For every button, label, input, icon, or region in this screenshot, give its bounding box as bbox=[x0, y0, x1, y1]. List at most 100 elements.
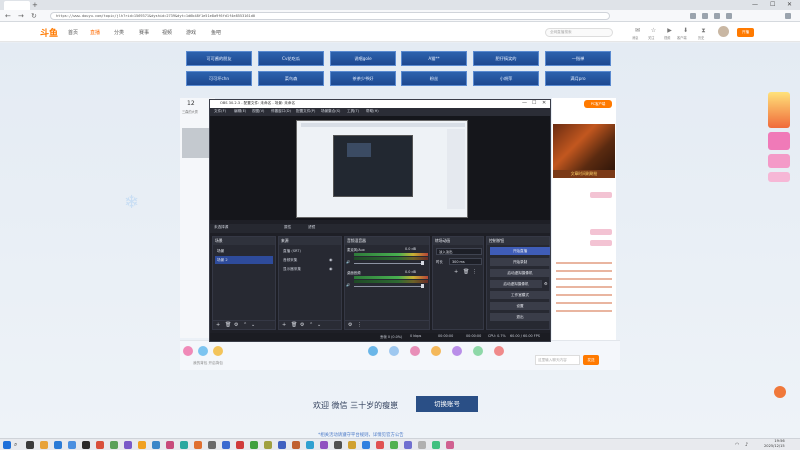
send-button[interactable]: 发送 bbox=[583, 355, 599, 365]
preview-canvas[interactable] bbox=[296, 120, 468, 218]
streamer-tile[interactable]: 菜鸟森 bbox=[258, 71, 324, 86]
app-icon[interactable] bbox=[68, 441, 76, 449]
download-icon[interactable]: ⬇ bbox=[682, 27, 689, 34]
app-icon[interactable] bbox=[376, 441, 384, 449]
app-icon[interactable] bbox=[292, 441, 300, 449]
forward-icon[interactable]: → bbox=[18, 11, 24, 21]
move-up-button[interactable]: ⌃ bbox=[243, 322, 247, 329]
extension-icon[interactable] bbox=[690, 13, 696, 19]
speaker-icon[interactable]: 🔊 bbox=[346, 260, 350, 264]
edge-icon[interactable] bbox=[54, 441, 62, 449]
source-item[interactable]: 直播 (SRT) bbox=[281, 247, 339, 255]
remove-scene-button[interactable]: 🗑 bbox=[225, 322, 231, 329]
source-config-button[interactable]: ⚙ bbox=[300, 322, 304, 329]
gift-icon[interactable] bbox=[410, 346, 420, 356]
app-icon[interactable] bbox=[180, 441, 188, 449]
back-icon[interactable]: ← bbox=[5, 11, 11, 21]
volume-fader[interactable] bbox=[354, 263, 424, 264]
filters-button[interactable]: 滤镜 bbox=[308, 225, 315, 230]
streamer-tile[interactable]: A猫** bbox=[401, 51, 467, 66]
extension-icon[interactable] bbox=[702, 13, 708, 19]
obs-maximize-button[interactable]: ☐ bbox=[532, 100, 536, 106]
add-transition-button[interactable]: + bbox=[454, 269, 458, 276]
app-icon[interactable] bbox=[418, 441, 426, 449]
menu-scene-collection[interactable]: 场景集合(S) bbox=[321, 109, 340, 114]
gift-icon[interactable] bbox=[452, 346, 462, 356]
nav-home[interactable]: 首页 bbox=[68, 29, 78, 36]
app-icon[interactable] bbox=[250, 441, 258, 449]
streamer-tile[interactable]: 肥仔搞笑的 bbox=[473, 51, 539, 66]
streamer-tile[interactable]: 粉丝 bbox=[401, 71, 467, 86]
eye-icon[interactable]: ◉ bbox=[329, 257, 333, 262]
app-icon[interactable] bbox=[208, 441, 216, 449]
app-icon[interactable] bbox=[348, 441, 356, 449]
nav-live[interactable]: 直播 bbox=[90, 29, 100, 36]
speaker-icon[interactable]: 🔊 bbox=[346, 283, 350, 287]
app-icon[interactable] bbox=[432, 441, 440, 449]
gift-icon[interactable] bbox=[389, 346, 399, 356]
move-down-button[interactable]: ⌄ bbox=[317, 322, 321, 329]
nav-category[interactable]: 分类 bbox=[114, 29, 124, 36]
app-icon[interactable] bbox=[96, 441, 104, 449]
scene-item-selected[interactable]: 场景 2 bbox=[215, 256, 273, 264]
favorites-icon[interactable] bbox=[714, 13, 720, 19]
app-icon[interactable] bbox=[264, 441, 272, 449]
move-down-button[interactable]: ⌄ bbox=[251, 322, 255, 329]
game-banner-image[interactable] bbox=[553, 124, 615, 170]
taskbar-clock[interactable]: 19:56 2025/12/15 bbox=[764, 439, 785, 449]
add-scene-button[interactable]: + bbox=[216, 322, 220, 329]
streamer-tile[interactable]: 可可坏chn bbox=[186, 71, 252, 86]
start-virtual-camera-button[interactable]: 启动虚拟摄像机 bbox=[490, 269, 550, 277]
start-live-button[interactable]: 开播 bbox=[737, 28, 754, 37]
app-icon[interactable] bbox=[404, 441, 412, 449]
app-icon[interactable] bbox=[362, 441, 370, 449]
app-icon[interactable] bbox=[446, 441, 454, 449]
follow-icon[interactable]: ☆ bbox=[650, 27, 657, 34]
mixer-settings-icon[interactable]: ⚙ bbox=[348, 322, 352, 329]
app-icon[interactable] bbox=[222, 441, 230, 449]
site-search-input[interactable]: 全网直播搜索 bbox=[545, 28, 613, 37]
url-field[interactable]: https://www.douyu.com/topic/jlh?rid=1569… bbox=[50, 12, 610, 20]
user-avatar[interactable] bbox=[718, 26, 729, 37]
menu-docks[interactable]: 停靠窗口(D) bbox=[271, 109, 291, 114]
volume-icon[interactable]: ♪ bbox=[745, 442, 748, 448]
app-icon[interactable] bbox=[334, 441, 342, 449]
streamer-tile[interactable]: 一指禅 bbox=[545, 51, 611, 66]
nav-games[interactable]: 游戏 bbox=[186, 29, 196, 36]
menu-profile[interactable]: 配置文件(P) bbox=[296, 109, 315, 114]
nav-events[interactable]: 赛事 bbox=[139, 29, 149, 36]
menu-help[interactable]: 帮助(H) bbox=[366, 109, 379, 114]
volume-fader-knob[interactable] bbox=[421, 261, 424, 265]
properties-button[interactable]: 属性 bbox=[284, 225, 291, 230]
remove-transition-button[interactable]: 🗑 bbox=[463, 269, 469, 276]
explorer-icon[interactable] bbox=[40, 441, 48, 449]
streamer-tile[interactable]: 小胡萍 bbox=[473, 71, 539, 86]
volume-fader-knob[interactable] bbox=[421, 284, 424, 288]
menu-file[interactable]: 文件(F) bbox=[214, 109, 226, 114]
obs-minimize-button[interactable]: — bbox=[522, 100, 527, 106]
exit-button[interactable]: 退出 bbox=[490, 313, 550, 321]
add-source-button[interactable]: + bbox=[282, 322, 286, 329]
scene-item[interactable]: 场景 bbox=[215, 247, 273, 255]
gift-icon[interactable] bbox=[494, 346, 504, 356]
gift-icon[interactable] bbox=[183, 346, 193, 356]
streamer-tile[interactable]: 满月pro bbox=[545, 71, 611, 86]
menu-tools[interactable]: 工具(T) bbox=[347, 109, 359, 114]
gift-icon[interactable] bbox=[213, 346, 223, 356]
gear-icon[interactable]: ⚙ bbox=[544, 281, 548, 286]
app-icon[interactable] bbox=[236, 441, 244, 449]
new-tab-button[interactable]: + bbox=[32, 1, 38, 9]
app-icon[interactable] bbox=[194, 441, 202, 449]
streamer-tile[interactable]: Cv花吃瓜 bbox=[258, 51, 324, 66]
video-icon[interactable]: ▶ bbox=[666, 27, 673, 34]
streamer-tile[interactable]: 说唱gole bbox=[330, 51, 396, 66]
eye-icon[interactable]: ◉ bbox=[329, 266, 333, 271]
float-widget[interactable] bbox=[774, 386, 786, 398]
app-icon[interactable] bbox=[124, 441, 132, 449]
streamer-thumbnail[interactable] bbox=[182, 128, 210, 158]
start-virtual-camera-button[interactable]: 启动虚拟摄像机 bbox=[490, 280, 542, 288]
promo-widget[interactable] bbox=[768, 172, 790, 182]
obs-icon[interactable] bbox=[82, 441, 90, 449]
menu-edit[interactable]: 编辑(E) bbox=[234, 109, 246, 114]
app-icon[interactable] bbox=[138, 441, 146, 449]
